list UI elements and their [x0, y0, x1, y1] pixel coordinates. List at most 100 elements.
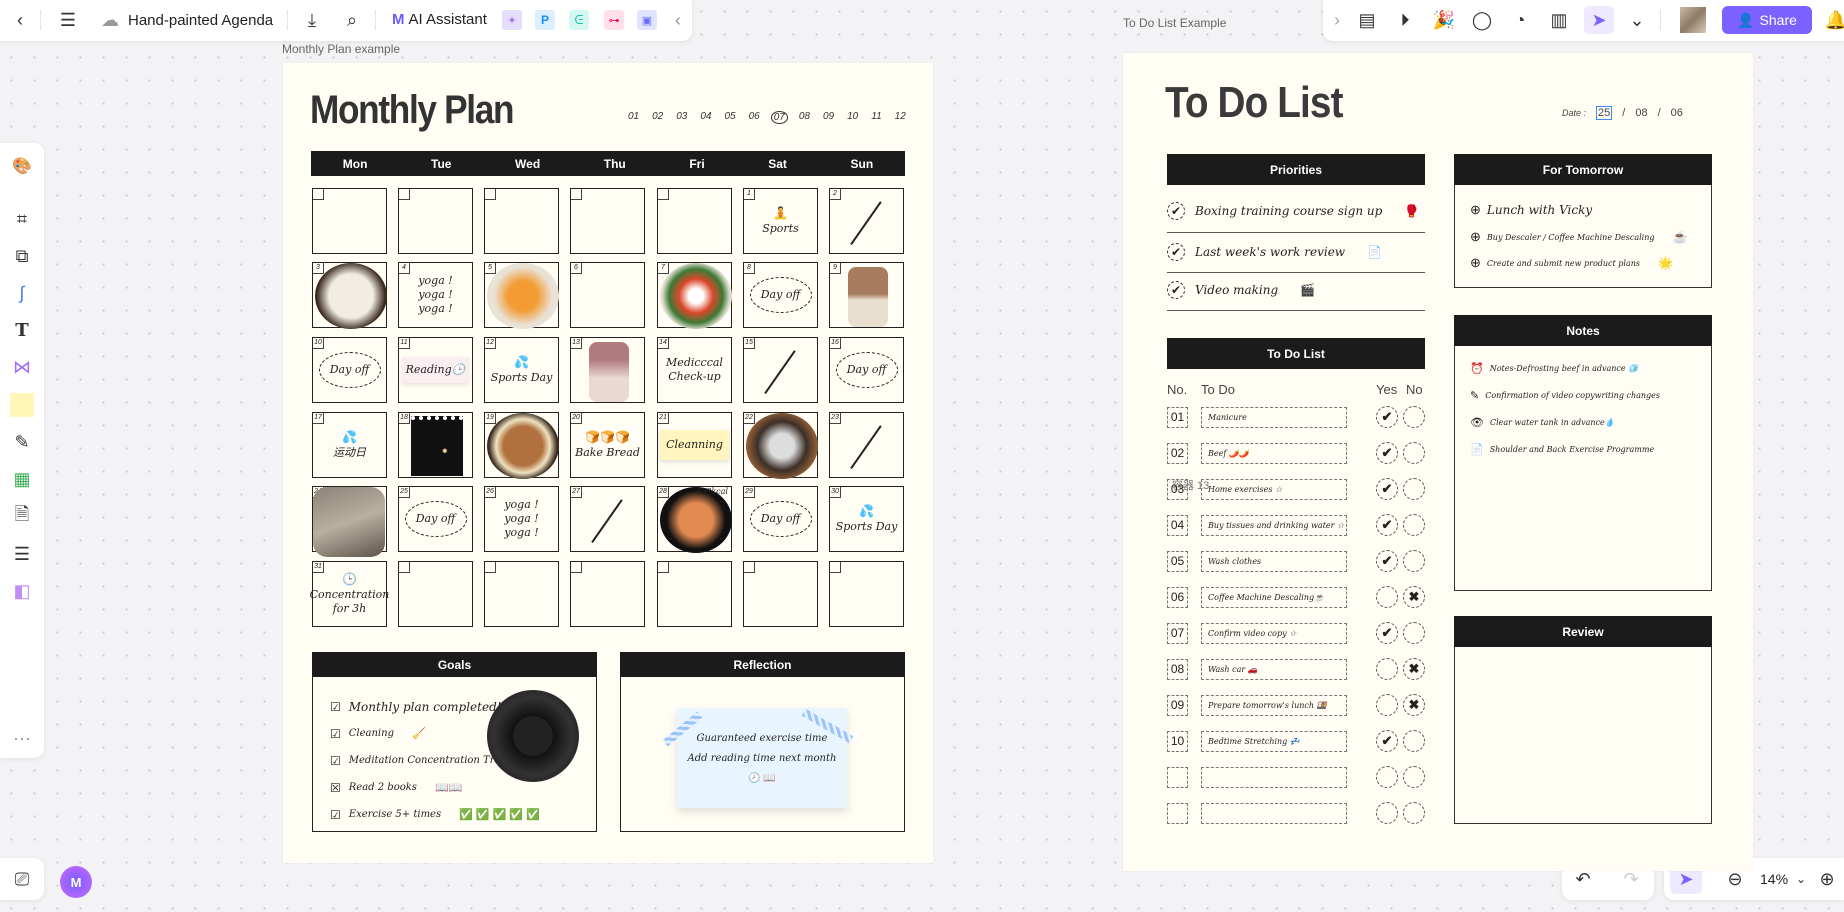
month-option[interactable]: 03 — [674, 111, 689, 124]
calendar-day-cell[interactable] — [570, 188, 645, 254]
document-title[interactable]: Hand-painted Agenda — [128, 12, 273, 29]
zoom-out-icon[interactable]: ⊖ — [1724, 868, 1746, 890]
calendar-day-cell[interactable]: 28 439kcal — [657, 486, 732, 553]
calendar-day-cell[interactable] — [570, 561, 645, 627]
bell-icon[interactable]: 🔔 — [1825, 9, 1844, 31]
mindmap-tool-icon[interactable]: ⋈ — [8, 353, 36, 381]
layout-tool-icon[interactable]: ◧ — [8, 577, 36, 605]
date-year[interactable]: 06 — [1671, 107, 1683, 119]
share-button[interactable]: 👤 Share — [1722, 6, 1812, 34]
calendar-day-cell[interactable]: 24 — [312, 486, 387, 557]
p-app-icon[interactable]: P — [535, 10, 555, 30]
list-tool-icon[interactable]: ☰ — [8, 540, 36, 568]
calendar-day-cell[interactable] — [829, 561, 904, 627]
yes-radio[interactable]: ✔ — [1376, 406, 1398, 428]
calendar-day-cell[interactable]: 10 Day off — [312, 337, 387, 403]
document-tool-icon[interactable]: 🗎 — [8, 503, 36, 531]
month-option[interactable]: 02 — [650, 111, 665, 124]
no-radio[interactable] — [1403, 514, 1425, 536]
row-number-box[interactable]: 03 — [1167, 479, 1188, 500]
calendar-day-cell[interactable]: 2 — [829, 188, 904, 254]
no-radio[interactable] — [1403, 550, 1425, 572]
todo-text-box[interactable]: Coffee Machine Descaling☕ — [1201, 587, 1347, 608]
todo-text-box[interactable]: Buy tissues and drinking water ☆ — [1201, 515, 1347, 536]
chat-app-icon[interactable]: ▣ — [637, 10, 657, 30]
ai-assistant-button[interactable]: M AI Assistant — [392, 11, 487, 28]
todo-text-box[interactable] — [1201, 767, 1347, 788]
calendar-day-cell[interactable]: 25 Day off — [398, 486, 473, 552]
template-icon[interactable]: ▤ — [1356, 9, 1378, 31]
calendar-day-cell[interactable]: 13 — [570, 337, 645, 403]
calendar-day-cell[interactable]: 29 Day off — [743, 486, 818, 552]
calendar-day-cell[interactable]: 26 yoga ! yoga ! yoga ! — [484, 486, 559, 552]
ai-floating-button[interactable]: M — [60, 866, 92, 898]
todo-text-box[interactable]: Home exercises ☆ — [1201, 479, 1347, 500]
more-chevrons-icon[interactable]: ⌄ — [1626, 9, 1648, 31]
zoom-dropdown-icon[interactable]: ⌄ — [1794, 870, 1808, 888]
no-radio[interactable]: ✖ — [1403, 586, 1425, 608]
play-icon[interactable]: ⏵ — [1394, 9, 1416, 31]
calendar-day-cell[interactable]: 8 Day off — [743, 262, 818, 328]
calendar-day-cell[interactable]: 20 🍞🍞🍞 Bake Bread — [570, 412, 645, 478]
flowchart-app-icon[interactable]: ⊶ — [604, 10, 624, 30]
calendar-day-cell[interactable]: 17 💦 运动日 — [312, 412, 387, 478]
no-radio[interactable] — [1403, 730, 1425, 752]
calendar-day-cell[interactable] — [312, 188, 387, 254]
yes-radio[interactable]: ✔ — [1376, 478, 1398, 500]
no-radio[interactable] — [1403, 802, 1425, 824]
month-option[interactable]: 10 — [845, 111, 860, 124]
shape-tool-icon[interactable]: ⧉ — [8, 242, 36, 270]
follow-cursor-icon[interactable]: ➤ — [1584, 6, 1614, 34]
image-generator-app-icon[interactable]: ✦ — [502, 10, 522, 30]
month-option[interactable]: 08 — [797, 111, 812, 124]
yes-radio[interactable] — [1376, 658, 1398, 680]
todo-text-box[interactable]: Beef 🌶️🌶️ — [1201, 443, 1347, 464]
todo-text-box[interactable]: Bedtime Stretching 💤 — [1201, 731, 1347, 752]
todo-text-box[interactable]: Prepare tomorrow's lunch 🍱 — [1201, 695, 1347, 716]
row-number-box[interactable]: 02 — [1167, 443, 1188, 464]
month-option[interactable]: 09 — [821, 111, 836, 124]
month-option[interactable]: 12 — [893, 111, 908, 124]
no-radio[interactable] — [1403, 622, 1425, 644]
calendar-day-cell[interactable]: 18 — [398, 412, 473, 478]
yes-radio[interactable] — [1376, 586, 1398, 608]
row-number-box[interactable]: 06 — [1167, 587, 1188, 608]
month-option[interactable]: 01 — [626, 111, 641, 124]
calendar-day-cell[interactable]: 9 — [829, 262, 904, 328]
sticky-note-icon[interactable] — [8, 391, 36, 419]
row-number-box[interactable]: 01 — [1167, 407, 1188, 428]
calendar-day-cell[interactable]: 19 — [484, 412, 559, 479]
vote-chart-icon[interactable]: ▥ — [1548, 9, 1570, 31]
calendar-day-cell[interactable]: 15 — [743, 337, 818, 403]
no-radio[interactable]: ✖ — [1403, 658, 1425, 680]
calendar-day-cell[interactable]: 16 Day off — [829, 337, 904, 403]
no-radio[interactable] — [1403, 766, 1425, 788]
yes-radio[interactable]: ✔ — [1376, 550, 1398, 572]
calendar-day-cell[interactable]: 5 — [484, 262, 559, 329]
calendar-day-cell[interactable]: 30 💦 Sports Day — [829, 486, 904, 552]
calendar-day-cell[interactable] — [398, 561, 473, 627]
row-number-box[interactable] — [1167, 767, 1188, 788]
monthly-frame-label[interactable]: Monthly Plan example — [282, 42, 400, 56]
zoom-level[interactable]: 14% — [1760, 871, 1788, 887]
calendar-day-cell[interactable]: 6 — [570, 262, 645, 328]
pen-tool-icon[interactable]: ✎ — [8, 428, 36, 456]
calendar-day-cell[interactable] — [657, 188, 732, 254]
celebrate-icon[interactable]: 🎉 — [1433, 9, 1455, 31]
timer-icon[interactable]: ◔ — [1509, 9, 1531, 31]
date-day[interactable]: 25 — [1596, 106, 1613, 120]
comment-icon[interactable]: ◯ — [1471, 9, 1493, 31]
no-radio[interactable] — [1403, 442, 1425, 464]
calendar-day-cell[interactable]: 4 yoga ! yoga ! yoga ! — [398, 262, 473, 328]
back-chevron-icon[interactable]: ‹ — [8, 8, 32, 32]
zoom-in-icon[interactable]: ⊕ — [1816, 868, 1838, 890]
menu-icon[interactable]: ☰ — [56, 8, 80, 32]
calendar-day-cell[interactable]: 11 Reading🕒 — [398, 337, 473, 403]
no-radio[interactable] — [1403, 478, 1425, 500]
undo-icon[interactable]: ↶ — [1572, 868, 1594, 890]
collapse-chevron-icon[interactable]: ‹ — [668, 10, 688, 30]
calendar-day-cell[interactable]: 31 🕒 Concentration for 3h — [310, 561, 389, 627]
yes-radio[interactable]: ✔ — [1376, 514, 1398, 536]
todo-text-box[interactable]: Wash clothes — [1201, 551, 1347, 572]
row-number-box[interactable]: 04 — [1167, 515, 1188, 536]
